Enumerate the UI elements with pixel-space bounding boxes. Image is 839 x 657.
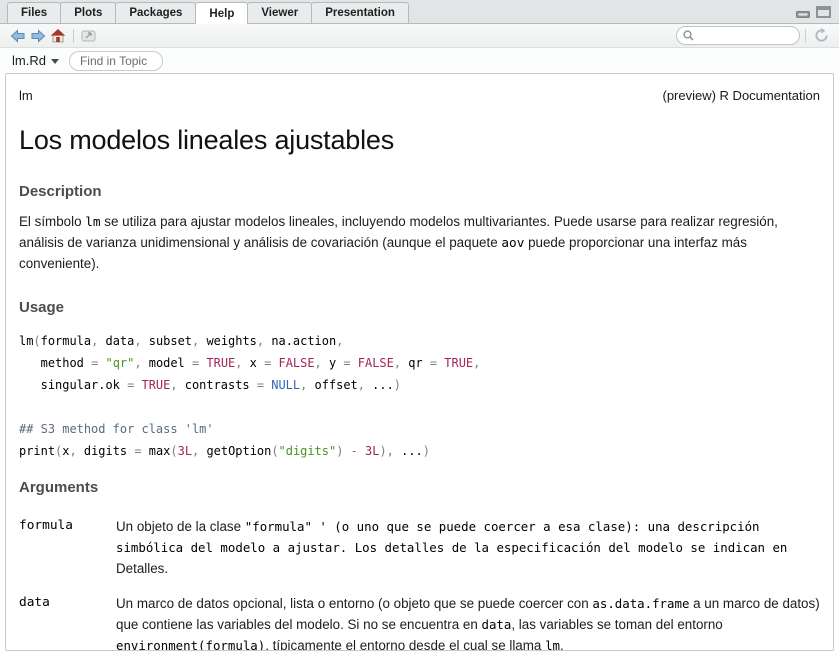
description-paragraph: El símbolo lm se utiliza para ajustar mo… [19,212,820,274]
pane-tab-bar: Files Plots Packages Help Viewer Present… [0,0,839,24]
help-toolbar [0,24,839,48]
code-line [19,396,820,418]
find-in-topic-input[interactable] [69,51,163,71]
tab-packages-label: Packages [129,7,182,19]
search-icon [683,30,694,41]
tab-viewer-label: Viewer [261,7,298,19]
tab-plots-label: Plots [74,7,102,19]
section-heading-arguments: Arguments [19,479,820,496]
tab-viewer[interactable]: Viewer [247,2,312,23]
doc-source-label: (preview) R Documentation [662,88,820,103]
help-search-box[interactable] [676,26,800,45]
tab-files-label: Files [21,7,47,19]
minimize-pane-icon[interactable] [796,5,810,23]
code-line: singular.ok = TRUE, contrasts = NULL, of… [19,374,820,396]
argument-row-data: data Un marco de datos opcional, lista o… [19,593,820,651]
section-heading-usage: Usage [19,299,820,316]
open-in-new-window-icon [81,29,97,42]
help-search-input[interactable] [698,30,788,42]
pane-window-controls [796,5,831,23]
topic-bar: lm.Rd [0,48,839,73]
code-line: print(x, digits = max(3L, getOption("dig… [19,440,820,462]
page-title: Los modelos lineales ajustables [19,125,820,156]
refresh-icon [814,28,829,43]
code-line: lm(formula, data, subset, weights, na.ac… [19,330,820,352]
topic-selector-label: lm.Rd [12,53,46,68]
refresh-button[interactable] [811,27,831,45]
argument-description: Un objeto de la clase "formula" ' (o uno… [116,516,820,579]
maximize-pane-icon[interactable] [816,5,831,23]
help-content-panel: lm (preview) R Documentation Los modelos… [5,73,834,651]
doc-meta-row: lm (preview) R Documentation [19,88,820,103]
forward-arrow-icon [30,29,46,43]
back-button[interactable] [8,27,28,45]
code-line: ## S3 method for class 'lm' [19,418,820,440]
back-arrow-icon [10,29,26,43]
argument-term: data [19,593,116,651]
argument-description: Un marco de datos opcional, lista o ento… [116,593,820,651]
argument-term: formula [19,516,116,579]
tab-packages[interactable]: Packages [115,2,196,23]
chevron-down-icon [51,59,59,64]
tab-plots[interactable]: Plots [60,2,116,23]
doc-topic-id: lm [19,88,33,103]
tab-presentation[interactable]: Presentation [311,2,409,23]
arguments-table: formula Un objeto de la clase "formula" … [19,516,820,651]
toolbar-separator [805,29,806,43]
topic-selector[interactable]: lm.Rd [12,53,59,68]
code-line: method = "qr", model = TRUE, x = FALSE, … [19,352,820,374]
home-button[interactable] [48,27,68,45]
section-heading-description: Description [19,183,820,200]
home-icon [50,28,66,43]
toolbar-separator [73,29,74,43]
tab-help[interactable]: Help [195,2,248,24]
argument-row-formula: formula Un objeto de la clase "formula" … [19,516,820,579]
open-in-new-window-button[interactable] [79,27,99,45]
usage-code-block: lm(formula, data, subset, weights, na.ac… [19,330,820,462]
tab-files[interactable]: Files [7,2,61,23]
forward-button[interactable] [28,27,48,45]
tab-help-label: Help [209,8,234,20]
tab-presentation-label: Presentation [325,7,395,19]
